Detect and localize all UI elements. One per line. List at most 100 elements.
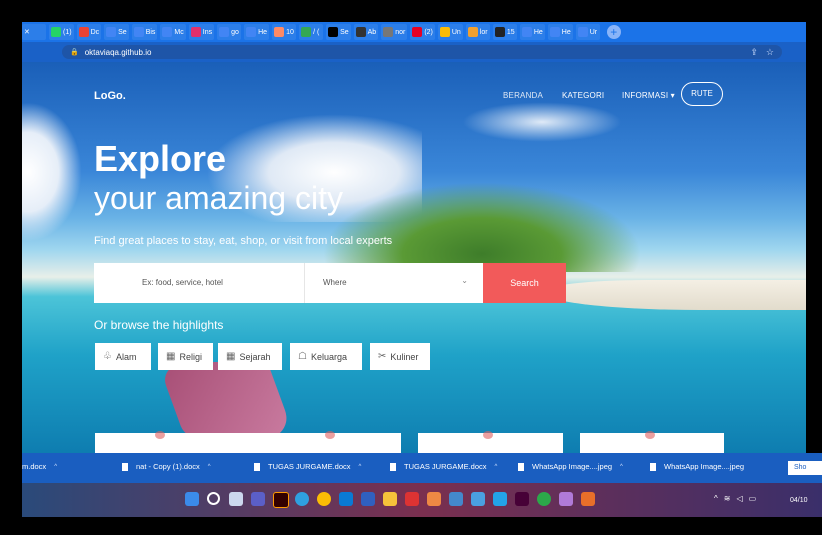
tab-label: He	[258, 28, 268, 36]
app-icon[interactable]	[559, 492, 573, 506]
address-bar[interactable]: 🔒 oktaviaqa.github.io ⇪ ☆	[62, 45, 782, 59]
chevron-up-icon[interactable]: ^	[359, 464, 362, 470]
browser-tab[interactable]: Ur	[575, 24, 600, 40]
file-explorer-icon[interactable]	[383, 492, 397, 506]
chevron-up-icon[interactable]: ^	[495, 464, 498, 470]
tab-label: (2)	[424, 28, 433, 36]
nav-kategori[interactable]: KATEGORI	[562, 91, 604, 100]
system-tray[interactable]: ^ ≋ ◁ ▭	[714, 494, 756, 503]
app-icon[interactable]	[427, 492, 441, 506]
show-all-downloads-button[interactable]: Sho	[788, 461, 822, 475]
browser-tab[interactable]: Ins	[188, 24, 215, 40]
vscode-icon[interactable]	[493, 492, 507, 506]
chevron-down-icon: ⌄	[461, 276, 468, 285]
os-taskbar: ^ ≋ ◁ ▭ 04/10	[22, 483, 822, 517]
browser-tab[interactable]: 10	[272, 24, 297, 40]
chevron-up-icon[interactable]: ^	[620, 464, 623, 470]
chip-kuliner[interactable]: ✂ Kuliner	[370, 343, 430, 370]
chip-alam[interactable]: ♧ Alam	[95, 343, 151, 370]
notepad-icon[interactable]	[471, 492, 485, 506]
browser-tab[interactable]: lor	[465, 24, 490, 40]
app-icon[interactable]	[361, 492, 375, 506]
chip-religi[interactable]: ▦ Religi	[158, 343, 213, 370]
card-icon	[645, 431, 655, 439]
download-item[interactable]: WhatsApp Image....jpeg ^	[518, 462, 623, 471]
tab-label: Bis	[145, 28, 156, 36]
hero-title: Explore	[94, 138, 227, 179]
wps-icon[interactable]	[405, 492, 419, 506]
download-item[interactable]: nat - Copy (1).docx ^	[122, 462, 211, 471]
tab-label: 10	[286, 28, 294, 36]
new-tab-button[interactable]: +	[606, 25, 621, 39]
browser-tab[interactable]: / (	[299, 24, 324, 40]
illustrator-icon[interactable]	[273, 492, 289, 508]
download-item[interactable]: TUGAS JURGAME.docx ^	[390, 462, 497, 471]
download-item[interactable]: TUGAS JURGAME.docx ^	[254, 462, 361, 471]
category-card[interactable]	[418, 431, 563, 453]
browser-tab[interactable]: Bis	[131, 24, 158, 40]
line-icon[interactable]	[537, 492, 551, 506]
site-logo[interactable]: LoGo.	[94, 90, 126, 102]
category-card[interactable]	[580, 431, 724, 453]
rute-button[interactable]: RUTE	[681, 82, 723, 106]
volume-icon[interactable]: ◁	[736, 494, 742, 503]
image-file-icon	[518, 462, 524, 471]
edge-icon[interactable]	[295, 492, 309, 506]
chip-label: Keluarga	[310, 351, 347, 362]
palm-island-image	[322, 182, 642, 272]
share-icon[interactable]: ⇪	[750, 47, 758, 58]
browser-tab[interactable]: nor	[381, 24, 408, 40]
browser-tab[interactable]: Se	[104, 24, 129, 40]
tab-label: He	[533, 28, 543, 36]
search-button[interactable]: Search	[483, 263, 566, 303]
tab-favicon-icon	[383, 27, 394, 37]
tab-close-icon[interactable]: ✕	[22, 24, 46, 40]
download-item[interactable]: WhatsApp Image....jpeg	[650, 462, 744, 471]
browser-tab[interactable]: He	[519, 24, 545, 40]
chrome-dev-icon[interactable]	[449, 492, 463, 506]
xampp-icon[interactable]	[581, 492, 595, 506]
xd-icon[interactable]	[515, 492, 529, 506]
nav-informasi-dropdown[interactable]: INFORMASI ▾	[622, 91, 675, 100]
browser-tab[interactable]: He	[244, 24, 270, 40]
browser-tab[interactable]: 15	[492, 24, 517, 40]
wifi-icon[interactable]: ≋	[724, 494, 731, 503]
chip-keluarga[interactable]: ☖ Keluarga	[290, 343, 362, 370]
download-filename: TUGAS JURGAME.docx	[268, 462, 351, 471]
search-what-placeholder: Ex: food, service, hotel	[142, 278, 223, 287]
browser-tab[interactable]: (1)	[49, 24, 74, 40]
beach-sand-image	[542, 280, 806, 310]
battery-icon[interactable]: ▭	[749, 494, 757, 503]
download-item[interactable]: m.docx ^	[22, 462, 57, 471]
browser-tab[interactable]: Ab	[353, 24, 379, 40]
task-view-icon[interactable]	[229, 492, 243, 506]
category-card[interactable]	[95, 431, 401, 453]
browser-tab[interactable]: Dc	[76, 24, 102, 40]
browser-tab[interactable]: He	[547, 24, 573, 40]
browser-tab[interactable]: go	[217, 24, 242, 40]
tab-label: Dc	[90, 28, 100, 36]
chevron-up-icon[interactable]: ^	[208, 464, 211, 470]
teams-icon[interactable]	[251, 492, 265, 506]
chip-label: Religi	[179, 351, 202, 362]
browser-tab[interactable]: Se	[326, 24, 351, 40]
chevron-up-icon[interactable]: ^	[714, 494, 718, 503]
chip-sejarah[interactable]: ▦ Sejarah	[218, 343, 282, 370]
url-text[interactable]: oktaviaqa.github.io	[85, 48, 152, 57]
search-icon[interactable]	[207, 492, 220, 505]
chrome-icon[interactable]	[317, 492, 331, 506]
search-what-input[interactable]: Ex: food, service, hotel	[94, 263, 304, 303]
search-where-select[interactable]: Where ⌄	[304, 263, 484, 303]
nav-beranda[interactable]: BERANDA	[503, 91, 543, 100]
mail-icon[interactable]	[339, 492, 353, 506]
browser-tab[interactable]: (2)	[410, 24, 435, 40]
chevron-up-icon[interactable]: ^	[54, 464, 57, 470]
tab-favicon-icon	[133, 27, 144, 37]
bookmark-star-icon[interactable]: ☆	[766, 47, 774, 58]
download-filename: nat - Copy (1).docx	[136, 462, 200, 471]
clock[interactable]: 04/10	[790, 497, 808, 504]
browser-tab[interactable]: Un	[437, 24, 463, 40]
browser-tab[interactable]: Mc	[160, 24, 186, 40]
tab-label: Se	[118, 28, 127, 36]
windows-start-icon[interactable]	[185, 492, 199, 506]
